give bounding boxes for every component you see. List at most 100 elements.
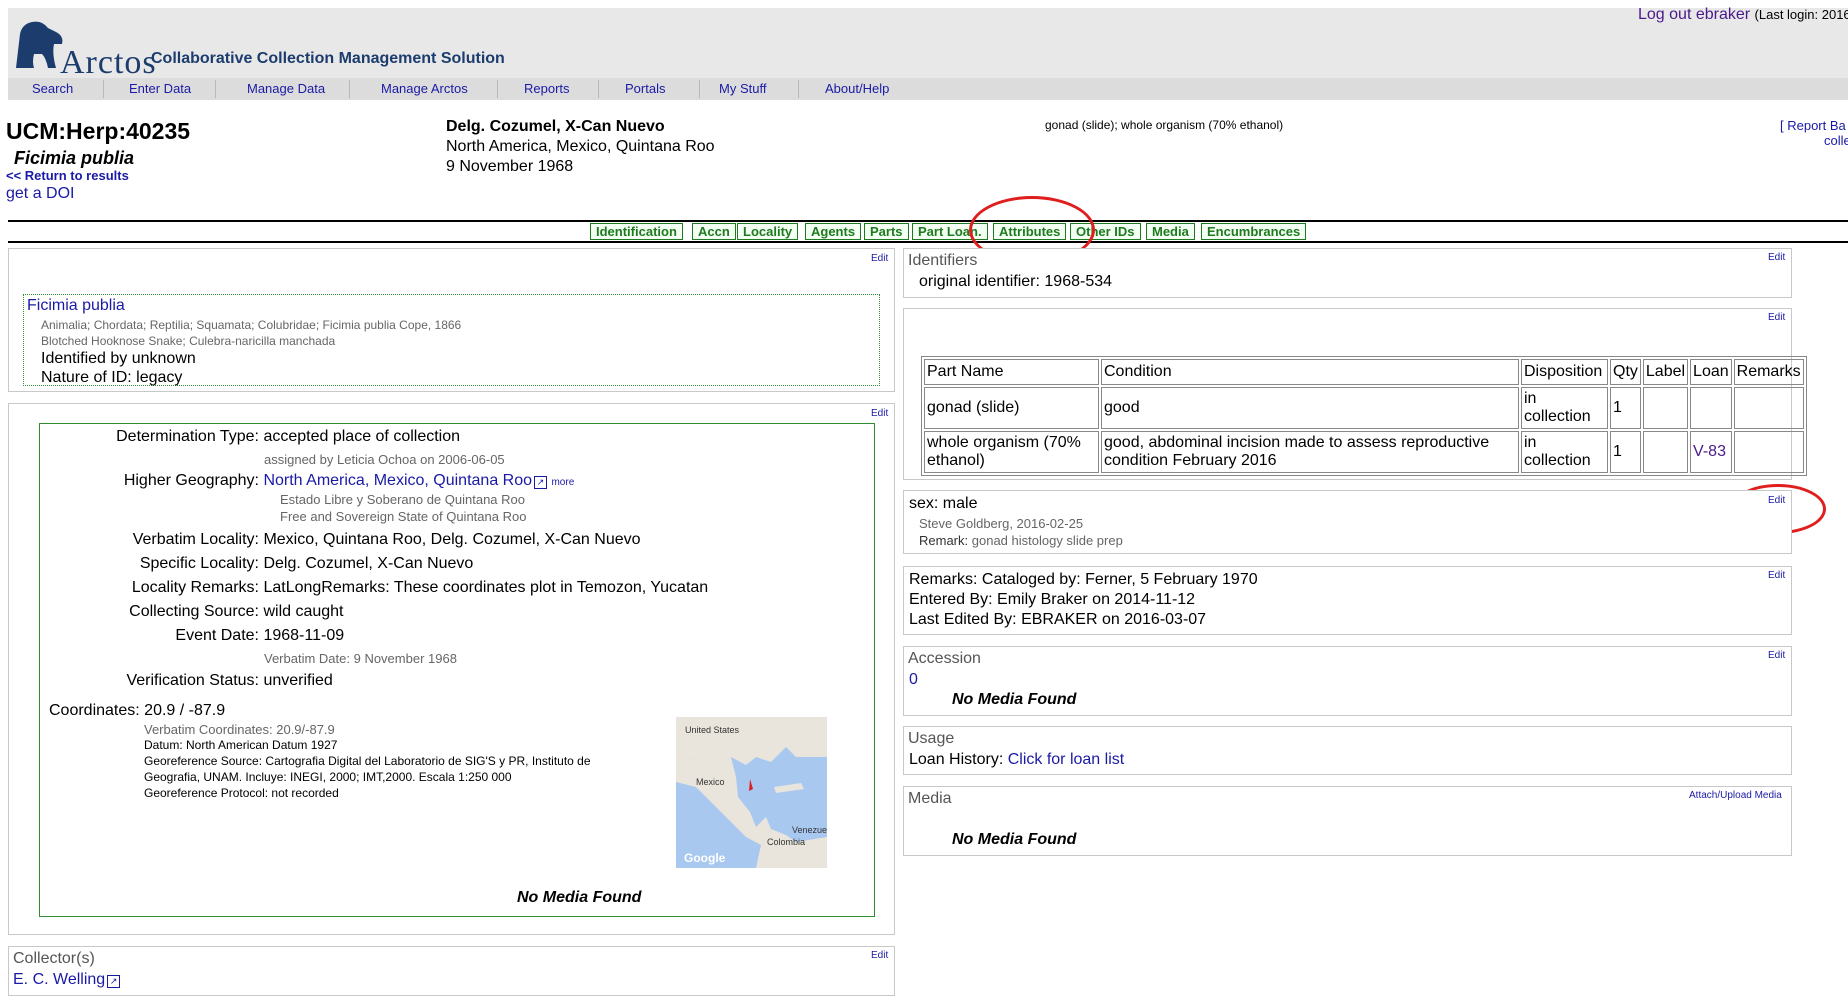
menu-portals[interactable]: Portals — [625, 81, 665, 96]
tab-agents[interactable]: Agents — [805, 223, 862, 240]
loan-history-label: Loan History: — [909, 751, 1004, 768]
menu-reports[interactable]: Reports — [524, 81, 570, 96]
arctos-logo[interactable]: Arctos — [12, 14, 156, 81]
menu-manage-arctos[interactable]: Manage Arctos — [381, 81, 468, 96]
loan-history-row: Loan History: Click for loan list — [909, 751, 1124, 769]
menu-manage-data[interactable]: Manage Data — [247, 81, 325, 96]
determination-type-row: Determination Type: accepted place of co… — [40, 428, 460, 446]
collecting-source-row: Collecting Source: wild caught — [40, 603, 344, 621]
cell-part-name: whole organism (70% ethanol) — [924, 431, 1099, 473]
collector-name-link[interactable]: E. C. Welling ↗ — [13, 971, 121, 989]
logo-text: Arctos — [60, 44, 157, 81]
more-link[interactable]: more — [551, 477, 574, 488]
table-row: gonad (slide) good in collection 1 — [924, 387, 1804, 429]
cell-part-name: gonad (slide) — [924, 387, 1099, 429]
attribute-remark-label: Remark: — [919, 533, 969, 548]
loan-list-link[interactable]: Click for loan list — [1008, 751, 1124, 768]
cell-loan-link[interactable]: V-83 — [1690, 431, 1732, 473]
identification-taxon-link[interactable]: Ficimia publia — [27, 297, 125, 315]
report-bad-data-link[interactable]: [ Report Ba — [1780, 118, 1846, 133]
taxonomy-text: Animalia; Chordata; Reptilia; Squamata; … — [41, 318, 462, 332]
cell-label — [1642, 431, 1689, 473]
remarks-panel: Edit Remarks: Cataloged by: Ferner, 5 Fe… — [903, 566, 1792, 635]
locality-title: Delg. Cozumel, X-Can Nuevo — [446, 118, 665, 135]
accession-title: Accession — [908, 650, 981, 667]
locality-box: Determination Type: accepted place of co… — [39, 423, 875, 917]
edit-attributes-button[interactable]: Edit — [1768, 495, 1785, 506]
map-label-colombia: Colombia — [767, 837, 806, 847]
edit-accession-button[interactable]: Edit — [1768, 650, 1785, 661]
get-doi-link[interactable]: get a DOI — [6, 185, 74, 203]
collecting-source-label: Collecting Source: — [129, 603, 259, 620]
edit-locality-button[interactable]: Edit — [871, 408, 888, 419]
site-tagline: Collaborative Collection Management Solu… — [151, 50, 505, 67]
accession-panel: Edit Accession 0 No Media Found — [903, 646, 1792, 716]
verification-status-row: Verification Status: unverified — [40, 672, 333, 690]
tab-bar-top-rule — [8, 220, 1848, 222]
attach-media-link[interactable]: Attach/Upload Media — [1689, 790, 1782, 801]
column-header-qty: Qty — [1610, 359, 1641, 385]
external-link-icon[interactable]: ↗ — [534, 476, 548, 489]
identification-box: Ficimia publia Animalia; Chordata; Repti… — [23, 294, 880, 386]
edit-identification-button[interactable]: Edit — [871, 253, 888, 264]
higher-geography-link[interactable]: North America, Mexico, Quintana Roo — [263, 472, 532, 489]
logout-area: Log out ebraker (Last login: 2016 — [1638, 6, 1848, 24]
report-link-continued[interactable]: colle — [1824, 133, 1848, 148]
verbatim-date-text: Verbatim Date: 9 November 1968 — [264, 651, 457, 666]
higher-geography-label: Higher Geography: — [123, 472, 259, 489]
menu-my-stuff[interactable]: My Stuff — [719, 81, 766, 96]
media-title: Media — [908, 790, 952, 807]
identifiers-title: Identifiers — [908, 252, 978, 269]
column-header-label: Label — [1642, 359, 1689, 385]
georef-source-line1: Georeference Source: Cartografia Digital… — [144, 754, 591, 768]
column-header-loan: Loan — [1690, 359, 1732, 385]
tab-accn[interactable]: Accn — [692, 223, 736, 240]
collecting-source-value: wild caught — [263, 603, 344, 620]
edit-parts-button[interactable]: Edit — [1768, 312, 1785, 323]
cell-disposition: in collection — [1521, 387, 1608, 429]
menu-enter-data[interactable]: Enter Data — [129, 81, 191, 96]
edit-collectors-button[interactable]: Edit — [871, 950, 888, 961]
map-label-united-states: United States — [685, 725, 740, 735]
main-menu: Search Enter Data Manage Data Manage Arc… — [8, 78, 1848, 100]
table-row: whole organism (70% ethanol) good, abdom… — [924, 431, 1804, 473]
tab-parts[interactable]: Parts — [864, 223, 909, 240]
cell-condition: good — [1101, 387, 1519, 429]
locality-map[interactable]: United States Mexico Venezue Colombia Go… — [676, 717, 827, 868]
cell-loan — [1690, 387, 1732, 429]
menu-separator — [598, 80, 599, 98]
edit-identifiers-button[interactable]: Edit — [1768, 252, 1785, 263]
tab-identification[interactable]: Identification — [590, 223, 683, 240]
alt-geography-name-1: Estado Libre y Soberano de Quintana Roo — [280, 492, 526, 507]
column-header-part-name: Part Name — [924, 359, 1099, 385]
collector-name[interactable]: E. C. Welling — [13, 971, 105, 988]
accession-no-media: No Media Found — [952, 691, 1077, 708]
cell-qty: 1 — [1610, 387, 1641, 429]
menu-search[interactable]: Search — [32, 81, 73, 96]
specific-locality-label: Specific Locality: — [139, 555, 259, 572]
determination-type-label: Determination Type: — [116, 428, 259, 445]
tab-locality[interactable]: Locality — [737, 223, 799, 240]
parts-summary: gonad (slide); whole organism (70% ethan… — [1045, 118, 1284, 132]
locality-panel: Edit Determination Type: accepted place … — [8, 403, 895, 935]
return-to-results-link[interactable]: << Return to results — [6, 168, 129, 183]
verbatim-locality-label: Verbatim Locality: — [132, 531, 259, 548]
verification-status-value: unverified — [263, 672, 333, 689]
entered-by-text: Entered By: Emily Braker on 2014-11-12 — [909, 591, 1196, 608]
tab-media[interactable]: Media — [1146, 223, 1195, 240]
common-names-text: Blotched Hooknose Snake; Culebra-naricil… — [41, 334, 336, 348]
tab-encumbrances[interactable]: Encumbrances — [1201, 223, 1307, 240]
accession-link[interactable]: 0 — [909, 671, 918, 689]
external-link-icon[interactable]: ↗ — [107, 975, 121, 988]
logout-link[interactable]: Log out ebraker — [1638, 6, 1750, 23]
identification-panel: Edit Ficimia publia Animalia; Chordata; … — [8, 248, 895, 392]
tab-bar-bottom-rule — [8, 241, 1848, 243]
locality-remarks-row: Locality Remarks: LatLongRemarks: These … — [40, 579, 708, 597]
higher-geography-row: Higher Geography: North America, Mexico,… — [40, 472, 574, 490]
edit-remarks-button[interactable]: Edit — [1768, 570, 1785, 581]
original-identifier-text: original identifier: 1968-534 — [919, 273, 1113, 290]
locality-geography: North America, Mexico, Quintana Roo — [446, 138, 715, 155]
parts-table-header-row: Part Name Condition Disposition Qty Labe… — [924, 359, 1804, 385]
media-no-media: No Media Found — [952, 831, 1077, 848]
menu-about-help[interactable]: About/Help — [825, 81, 889, 96]
